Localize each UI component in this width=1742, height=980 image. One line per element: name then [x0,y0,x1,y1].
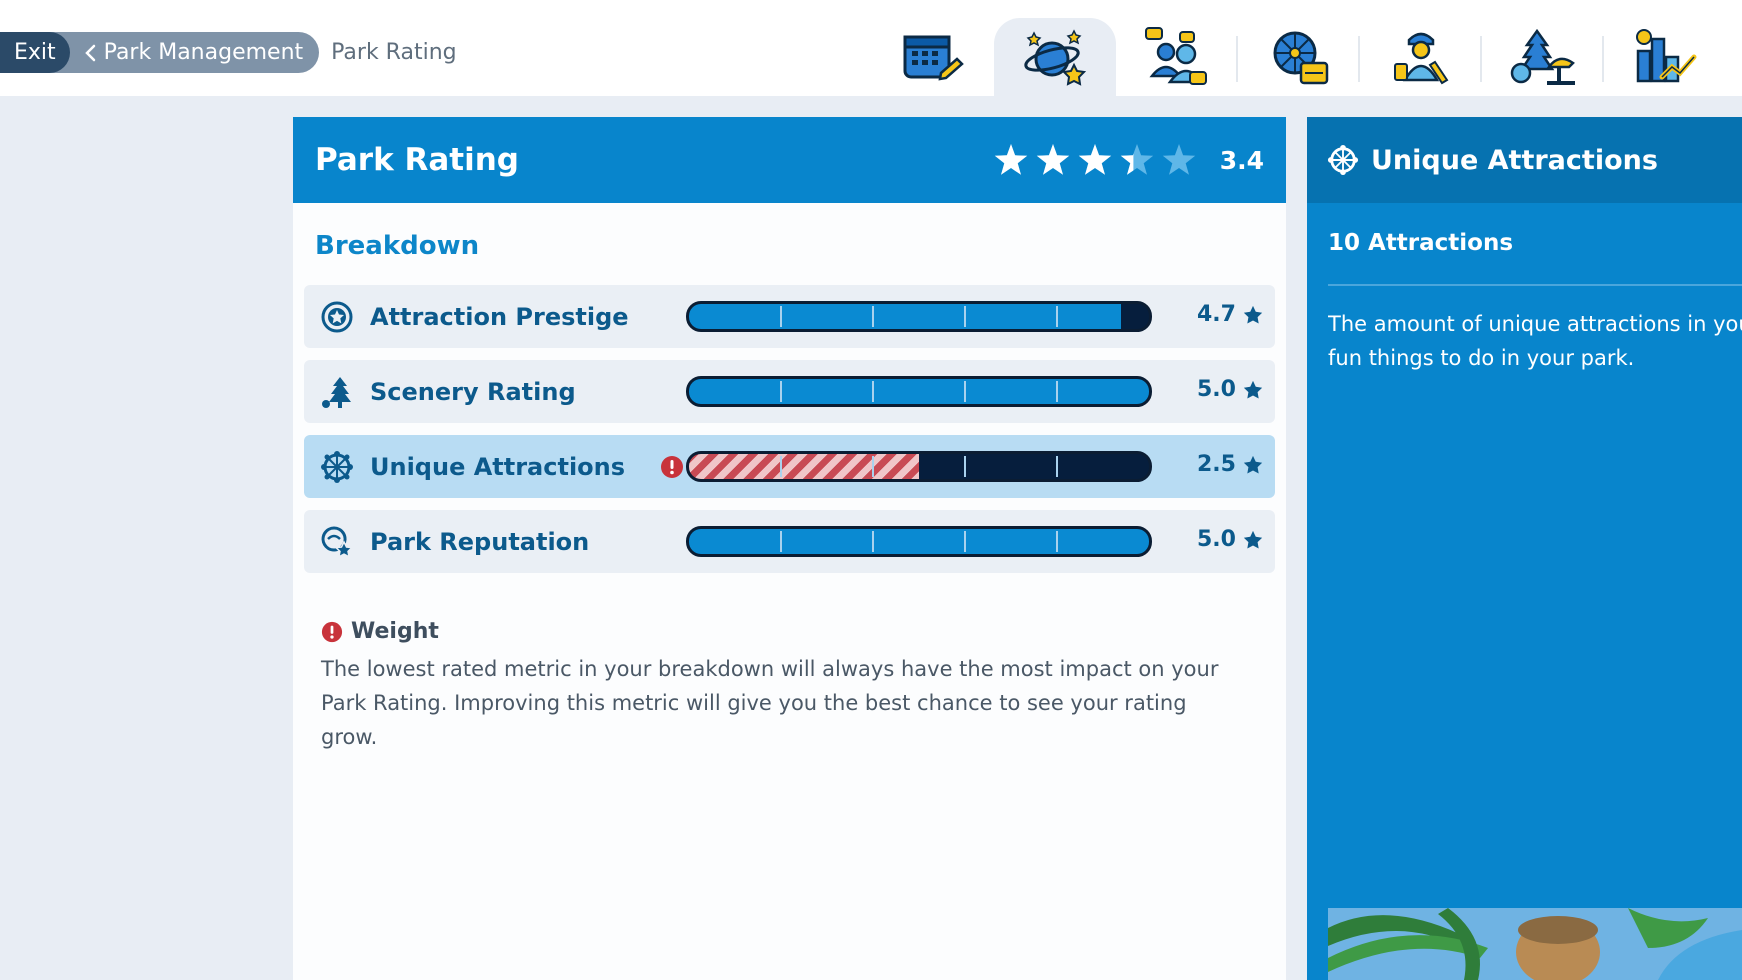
metric-bar-tick [1056,306,1058,327]
metric-bar [686,376,1152,407]
warning-icon [321,621,343,642]
side-description-line: The amount of unique attractions in your… [1328,312,1742,336]
metric-bar-tick [780,456,782,477]
attraction-count: 10 Attractions [1328,230,1514,256]
side-header: Unique Attractions [1307,117,1742,203]
scenery-icon [1510,28,1575,85]
side-description-line: fun things to do in your park. [1328,346,1635,370]
weight-info: Weight The lowest rated metric in your b… [321,619,1221,754]
management-tabs [872,18,1726,96]
top-bar: Exit Park Management Park Rating [0,0,1742,96]
chevron-left-icon [84,44,95,61]
metric-bar-tick [1056,531,1058,552]
ferris-wheel-icon [1273,31,1329,85]
exit-label: Exit [14,40,56,65]
metric-bar-tick [872,531,874,552]
tab-guests[interactable] [1116,18,1238,96]
star-icon [1243,455,1263,474]
breadcrumb: Exit Park Management Park Rating [0,32,457,73]
star-filled [1036,144,1069,175]
weight-description: The lowest rated metric in your breakdow… [321,657,1219,749]
ferris-wheel-icon [1327,144,1359,176]
tab-park-rating[interactable] [994,18,1116,96]
staff-icon [1394,32,1449,85]
metric-value-text: 4.7 [1197,302,1236,327]
tree-icon [322,377,351,408]
unique-attractions-panel: Unique Attractions 10 Attractions The am… [1307,117,1742,980]
metric-row-attraction-prestige[interactable]: Attraction Prestige 4.7 [304,285,1275,348]
palm-scene-image [1328,908,1742,980]
metric-row-unique-attractions[interactable]: Unique Attractions 2.5 [304,435,1275,498]
metric-row-park-reputation[interactable]: Park Reputation 5.0 [304,510,1275,573]
tab-staff[interactable] [1360,18,1482,96]
metric-bar [686,451,1152,482]
divider [1328,284,1742,286]
rating-stars [994,144,1195,175]
star-filled [994,144,1027,175]
calendar-icon [903,35,964,81]
metric-bar-fill [689,529,1149,554]
panel-header: Park Rating 3.4 [293,117,1286,203]
finance-chart-icon [1636,29,1697,83]
metric-label: Scenery Rating [370,377,576,406]
metric-value: 5.0 [1197,377,1264,402]
metric-bar-tick [1056,381,1058,402]
metric-label: Attraction Prestige [370,302,629,331]
metric-bar-fill [689,379,1149,404]
rating-value: 3.4 [1219,145,1264,175]
breakdown-title: Breakdown [315,231,480,261]
metric-bar-tick [872,456,874,477]
tab-attractions[interactable] [1238,18,1360,96]
metric-bar-tick [1056,456,1058,477]
reputation-icon [321,526,354,559]
park-rating-panel: Park Rating 3.4 Breakdown Attraction Pre… [293,117,1286,980]
weight-heading: Weight [321,619,1221,644]
side-title: Unique Attractions [1371,144,1658,176]
metric-label: Park Reputation [370,527,590,556]
tab-scenery[interactable] [1482,18,1604,96]
warning-icon [661,456,683,478]
back-button[interactable]: Park Management [45,32,320,73]
metric-bar-tick [780,531,782,552]
star-badge-icon [321,301,353,333]
attraction-preview-image [1328,908,1742,980]
metric-value: 2.5 [1197,452,1264,477]
metric-bar [686,526,1152,557]
overall-rating: 3.4 [992,140,1264,180]
ferris-wheel-icon [321,451,353,483]
star-icon [1243,530,1263,549]
metric-value: 4.7 [1197,302,1264,327]
metric-value-text: 5.0 [1197,377,1236,402]
metric-value: 5.0 [1197,527,1264,552]
side-description: The amount of unique attractions in your… [1328,307,1742,375]
back-label: Park Management [103,40,304,65]
metric-bar-tick [964,381,966,402]
exit-button[interactable]: Exit [0,32,70,73]
metric-bar-tick [872,306,874,327]
metric-bar [686,301,1152,332]
star-icon [1243,380,1263,399]
metric-bar-tick [964,306,966,327]
metric-value-text: 2.5 [1197,452,1236,477]
breadcrumb-current: Park Rating [331,40,457,65]
panel-title: Park Rating [315,142,519,178]
weight-title: Weight [351,619,439,644]
metric-bar-tick [872,381,874,402]
star-filled [1078,144,1111,175]
tab-finances[interactable] [1604,18,1726,96]
star-icon [1243,305,1263,324]
metric-bar-tick [964,531,966,552]
planet-star-icon [1024,29,1087,86]
metric-bar-tick [780,381,782,402]
metric-bar-tick [964,456,966,477]
metric-bar-fill [689,454,919,479]
metric-bar-tick [780,306,782,327]
metric-value-text: 5.0 [1197,527,1236,552]
star-empty [1162,144,1195,175]
metric-label: Unique Attractions [370,452,626,481]
tab-calendar[interactable] [872,18,994,96]
metric-row-scenery-rating[interactable]: Scenery Rating 5.0 [304,360,1275,423]
guests-icon [1145,27,1207,85]
